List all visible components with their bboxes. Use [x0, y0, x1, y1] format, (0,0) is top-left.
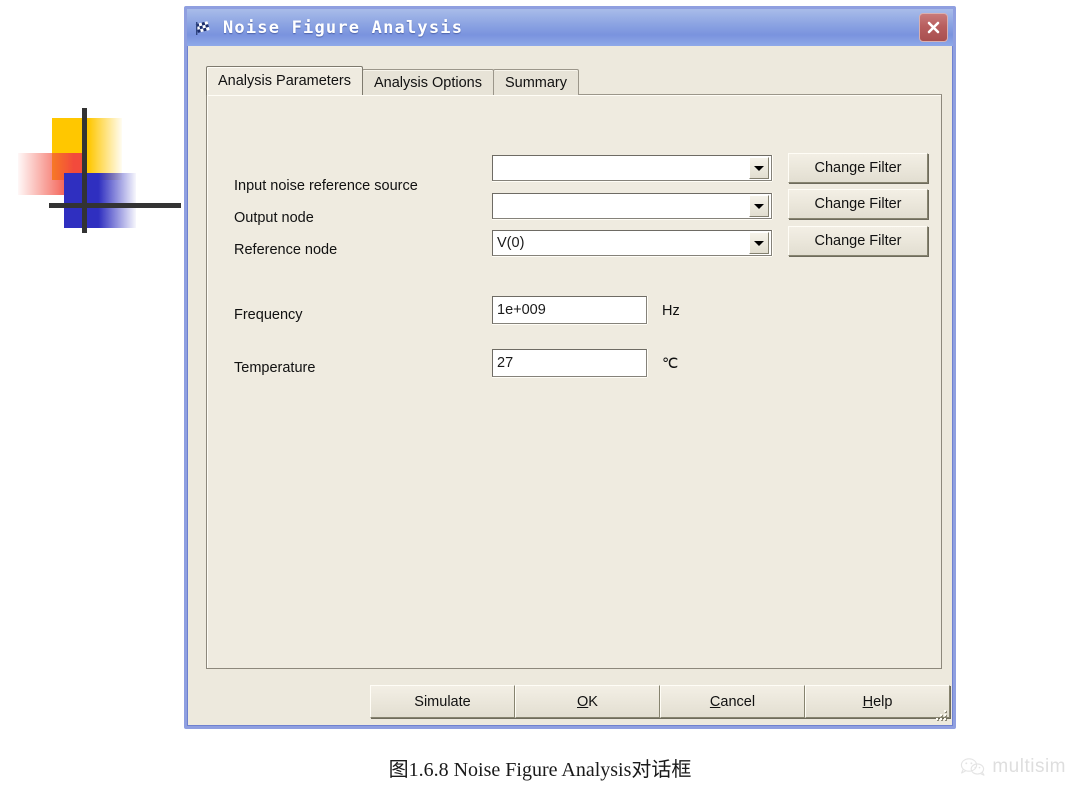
chevron-down-icon[interactable] [749, 232, 769, 254]
temperature-value: 27 [497, 355, 514, 371]
combo-output-node[interactable] [492, 193, 772, 219]
row-reference-node: Reference node [234, 237, 337, 263]
temperature-unit: ℃ [662, 356, 679, 372]
simulate-button[interactable]: Simulate [370, 685, 515, 718]
dialog-footer: Simulate OK Cancel Help [206, 677, 950, 725]
tab-summary[interactable]: Summary [492, 69, 580, 95]
change-filter-button-reference-node[interactable]: Change Filter [788, 226, 928, 256]
button-label: Change Filter [814, 160, 902, 176]
row-temperature: Temperature [234, 355, 315, 381]
label-output-node: Output node [234, 210, 314, 226]
dialog-client-area: Analysis Parameters Analysis Options Sum… [190, 49, 950, 723]
checkered-flag-icon [195, 20, 215, 36]
label-frequency: Frequency [234, 307, 303, 323]
watermark: multisim [960, 756, 1066, 778]
combo-reference-node[interactable]: V(0) [492, 230, 772, 256]
change-filter-button-input-noise-reference-source[interactable]: Change Filter [788, 153, 928, 183]
tab-label: Summary [504, 74, 568, 91]
row-output-node: Output node [234, 205, 314, 231]
logo-horizontal-bar [49, 203, 181, 208]
logo-vertical-bar [82, 108, 87, 233]
button-label: Help [862, 693, 893, 710]
watermark-text: multisim [992, 756, 1066, 777]
chevron-down-icon[interactable] [749, 195, 769, 217]
combo-input-noise-reference-source[interactable] [492, 155, 772, 181]
tab-analysis-options[interactable]: Analysis Options [361, 69, 494, 95]
dialog-titlebar[interactable]: Noise Figure Analysis [187, 9, 953, 46]
tab-analysis-parameters[interactable]: Analysis Parameters [206, 66, 363, 95]
row-input-noise-reference-source: Input noise reference source [234, 173, 418, 199]
button-label: OK [577, 693, 598, 710]
frequency-value: 1e+009 [497, 302, 546, 318]
help-button[interactable]: Help [805, 685, 950, 718]
combo-value: V(0) [497, 235, 525, 251]
close-icon[interactable] [919, 13, 948, 42]
chevron-down-icon[interactable] [749, 157, 769, 179]
tab-label: Analysis Options [373, 74, 482, 91]
logo-blue-square [64, 173, 136, 228]
tab-label: Analysis Parameters [218, 73, 351, 89]
label-temperature: Temperature [234, 360, 316, 376]
frequency-unit: Hz [662, 303, 680, 319]
figure-caption: 图1.6.8 Noise Figure Analysis对话框 [388, 759, 692, 781]
multisim-logo-art [18, 108, 188, 248]
cancel-button[interactable]: Cancel [660, 685, 805, 718]
label-reference-node: Reference node [234, 242, 338, 258]
ok-button[interactable]: OK [515, 685, 660, 718]
temperature-input[interactable]: 27 [492, 349, 647, 377]
analysis-parameters-panel: Input noise reference source Change Filt… [206, 94, 942, 669]
resize-grip[interactable] [932, 706, 946, 720]
button-label: Change Filter [814, 196, 902, 212]
frequency-input[interactable]: 1e+009 [492, 296, 647, 324]
change-filter-button-output-node[interactable]: Change Filter [788, 189, 928, 219]
tab-strip: Analysis Parameters Analysis Options Sum… [206, 66, 580, 95]
dialog-title: Noise Figure Analysis [223, 17, 464, 38]
button-label: Simulate [414, 693, 471, 710]
button-label: Change Filter [814, 233, 902, 249]
label-input-noise-reference-source: Input noise reference source [234, 178, 418, 194]
button-label: Cancel [709, 693, 756, 710]
wechat-icon [960, 757, 992, 777]
noise-figure-analysis-dialog: Noise Figure Analysis Analysis Parameter… [184, 6, 956, 729]
row-frequency: Frequency [234, 302, 303, 328]
